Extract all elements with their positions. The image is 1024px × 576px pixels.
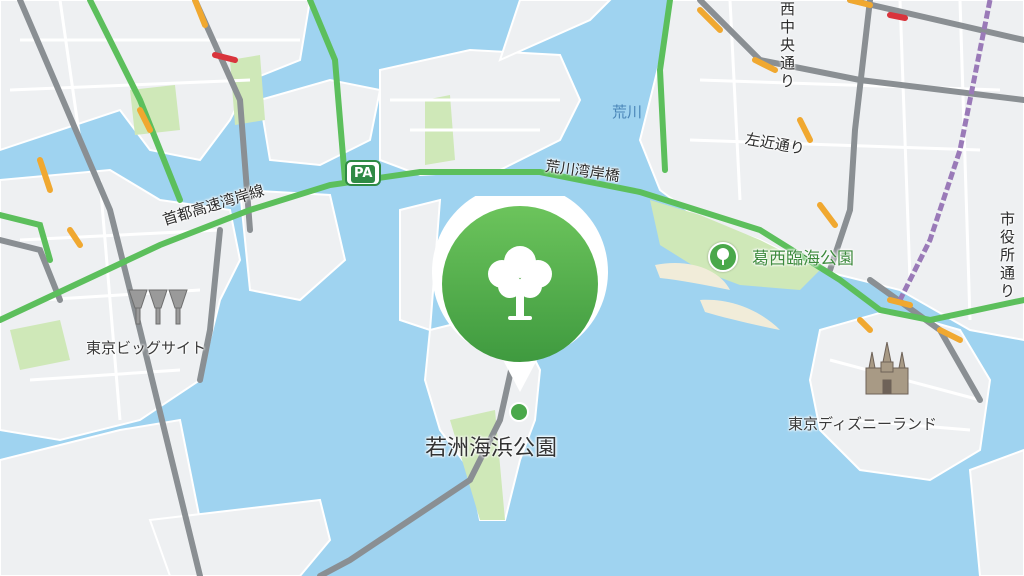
tree-icon — [480, 240, 560, 328]
big-sight-label[interactable]: 東京ビッグサイト — [86, 337, 206, 358]
tree-icon[interactable] — [708, 242, 738, 272]
arakawa-river-label: 荒川 — [612, 103, 643, 121]
selected-place-pin[interactable] — [430, 183, 610, 392]
kasai-park-label[interactable]: 葛西臨海公園 — [752, 244, 854, 269]
big-sight-building-icon[interactable] — [127, 282, 189, 330]
castle-icon[interactable] — [860, 341, 914, 402]
selected-place-name[interactable]: 若洲海浜公園 — [425, 430, 557, 462]
disneyland-label[interactable]: 東京ディズニーランド — [788, 413, 937, 434]
location-dot[interactable] — [509, 402, 529, 422]
shiyakusho-dori-label: 市役所通り — [1000, 210, 1016, 300]
nishi-chuo-dori-label: 西中央通り — [780, 0, 796, 90]
parking-area-badge[interactable]: PA — [345, 160, 382, 186]
map-view[interactable]: 首都高速湾岸線 荒川湾岸橋 荒川 左近通り 西中央通り 市役所通り PA 葛西臨… — [0, 0, 1024, 576]
